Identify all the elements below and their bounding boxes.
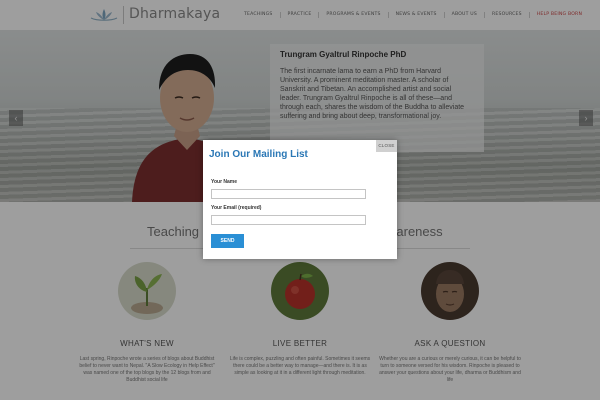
modal-close-button[interactable]: CLOSE: [376, 140, 397, 152]
mailing-list-modal: CLOSE Join Our Mailing List Your Name Yo…: [203, 140, 397, 259]
modal-title: Join Our Mailing List: [209, 149, 308, 160]
send-button[interactable]: SEND: [211, 234, 244, 248]
email-input[interactable]: [211, 215, 366, 225]
name-field-label: Your Name: [211, 179, 238, 185]
email-field-label: Your Email (required): [211, 205, 262, 211]
name-input[interactable]: [211, 189, 366, 199]
